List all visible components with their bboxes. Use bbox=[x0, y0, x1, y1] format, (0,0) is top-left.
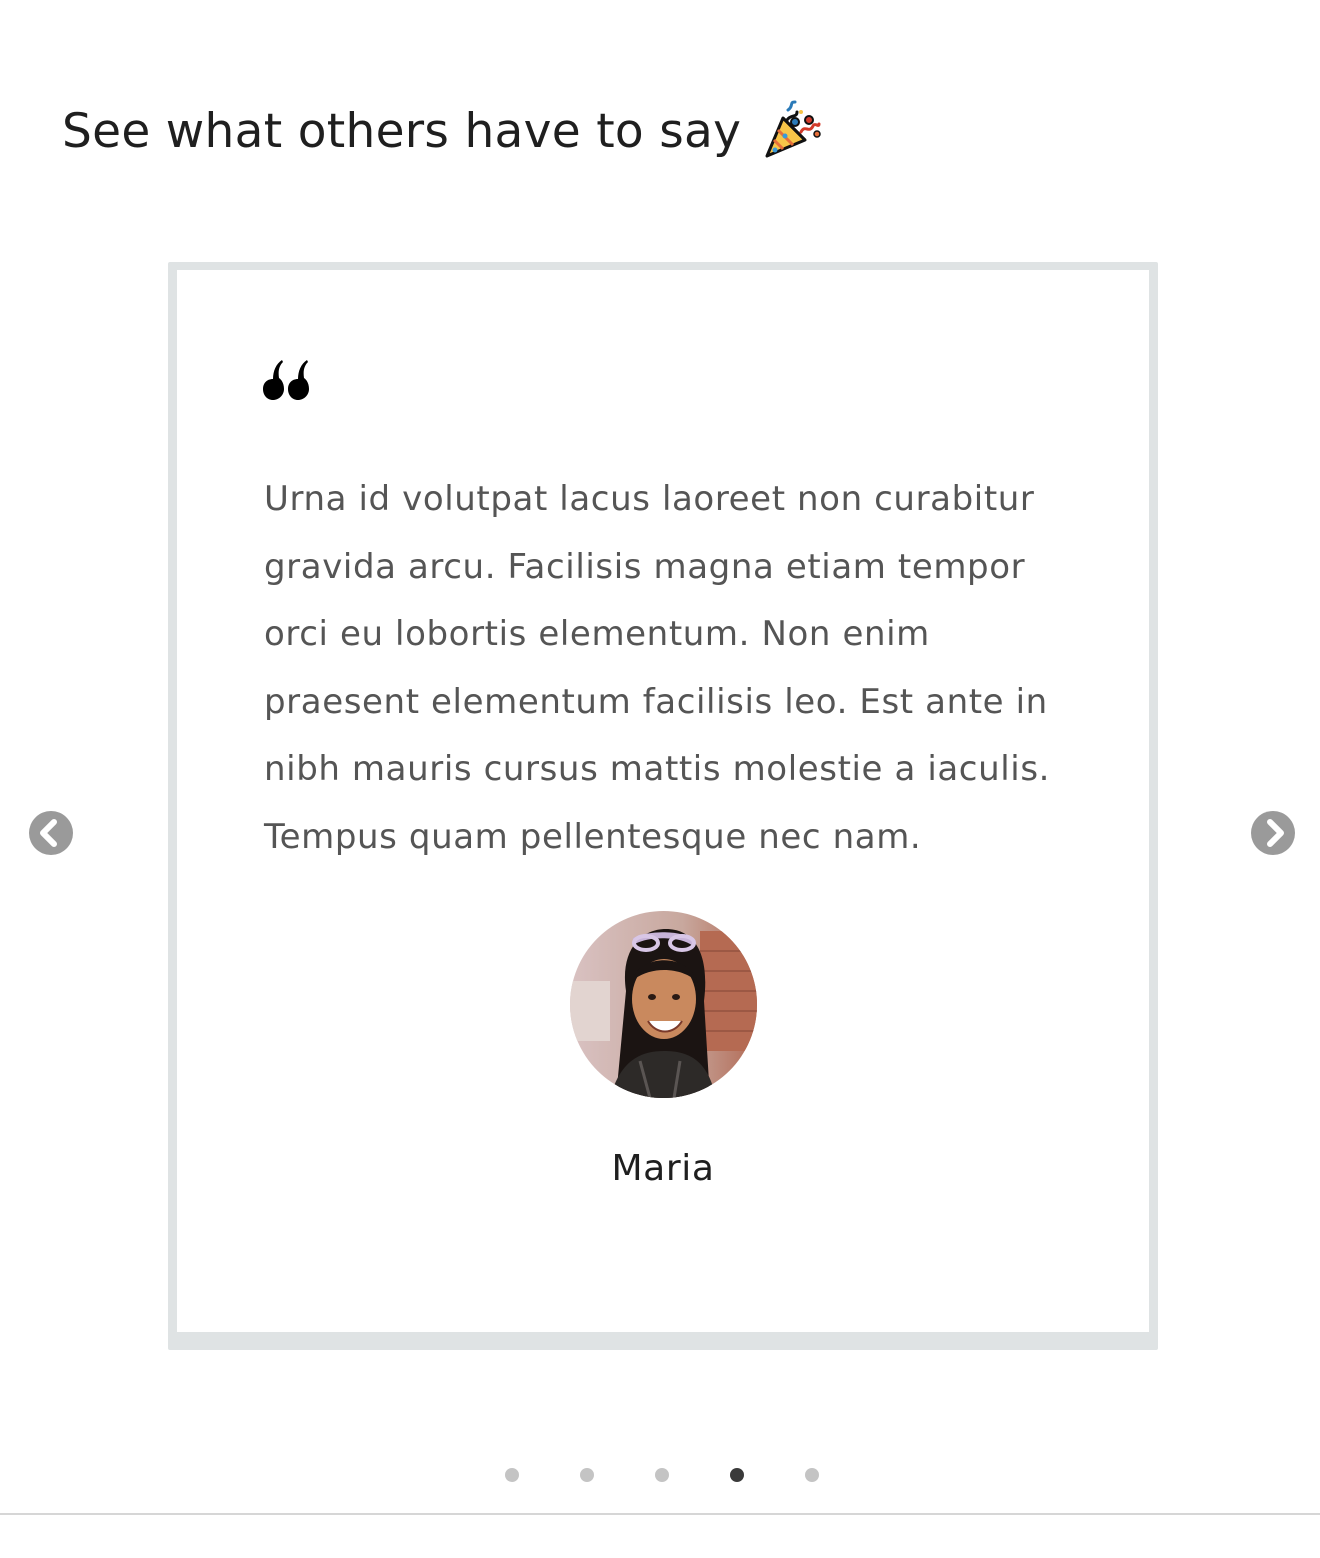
section-heading-text: See what others have to say bbox=[62, 103, 742, 159]
carousel-dot-2[interactable] bbox=[580, 1468, 594, 1482]
chevron-right-circle-icon[interactable] bbox=[1251, 811, 1295, 855]
testimonial-card: Urna id volutpat lacus laoreet non curab… bbox=[177, 270, 1149, 1332]
testimonial-text: Urna id volutpat lacus laoreet non curab… bbox=[264, 479, 1051, 857]
carousel-dot-5[interactable] bbox=[805, 1468, 819, 1482]
section-heading: See what others have to say bbox=[62, 96, 823, 166]
avatar bbox=[570, 911, 757, 1098]
section-divider bbox=[0, 1513, 1320, 1515]
carousel-dot-1[interactable] bbox=[505, 1468, 519, 1482]
author-name: Maria bbox=[611, 1148, 715, 1189]
chevron-left-circle-icon[interactable] bbox=[29, 811, 73, 855]
quote-open-icon bbox=[263, 358, 309, 400]
carousel-dot-4[interactable] bbox=[730, 1468, 744, 1482]
carousel-dot-3[interactable] bbox=[655, 1468, 669, 1482]
party-popper-icon bbox=[761, 100, 823, 162]
